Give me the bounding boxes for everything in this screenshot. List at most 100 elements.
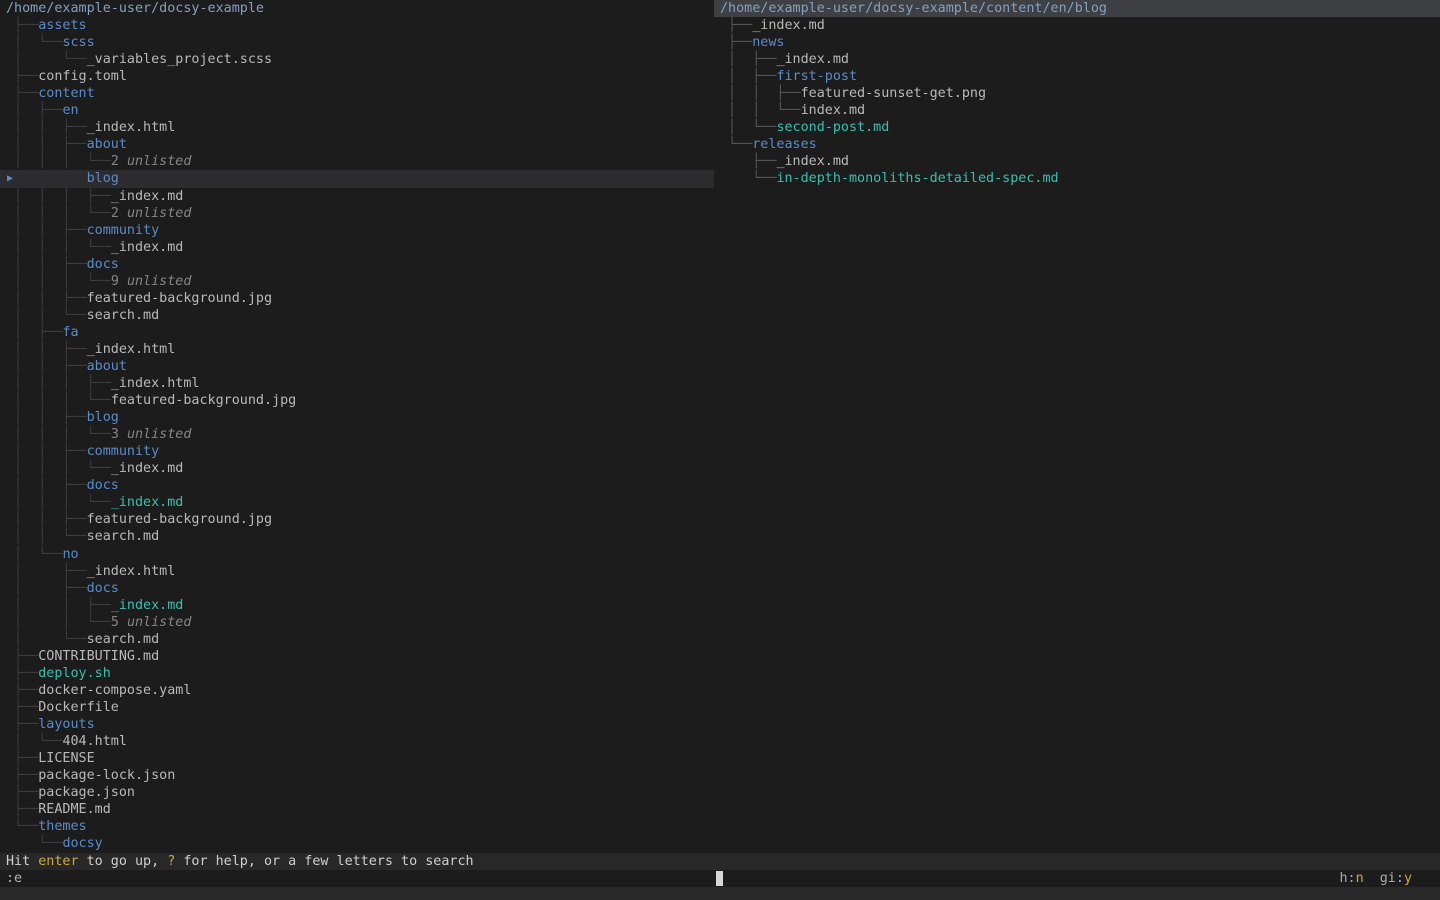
file-label: second-post.md bbox=[776, 120, 889, 135]
tree-connector: │ └── bbox=[6, 547, 62, 562]
tree-row[interactable]: ├──package.json bbox=[0, 784, 714, 801]
tree-row[interactable]: │ └──second-post.md bbox=[714, 119, 1440, 136]
tree-row[interactable]: │ │ └──index.md bbox=[714, 102, 1440, 119]
tree-row[interactable]: ├──Dockerfile bbox=[0, 699, 714, 716]
file-label: _index.md bbox=[111, 240, 184, 255]
tree-connector: ├── bbox=[6, 683, 38, 698]
file-label: _index.md bbox=[111, 189, 184, 204]
tree-row[interactable]: ├──layouts bbox=[0, 716, 714, 733]
tree-connector: │ │ ├── bbox=[6, 410, 87, 425]
tree-row[interactable]: │ │ ├──_index.html bbox=[0, 341, 714, 358]
file-label: index.md bbox=[801, 103, 866, 118]
file-label: LICENSE bbox=[38, 751, 94, 766]
tree-row[interactable]: └──themes bbox=[0, 818, 714, 835]
tree-row[interactable]: │ │ ├──about bbox=[0, 136, 714, 153]
tree-row[interactable]: ├──content bbox=[0, 85, 714, 102]
tree-row[interactable]: │ └──no bbox=[0, 546, 714, 563]
tree-row[interactable]: │ │ ├──featured-background.jpg bbox=[0, 290, 714, 307]
file-label: featured-background.jpg bbox=[87, 512, 272, 527]
file-label: 404.html bbox=[62, 734, 127, 749]
tree-row[interactable]: │ │ │ └──2 unlisted bbox=[0, 153, 714, 170]
tree-connector: │ ├── bbox=[720, 52, 776, 67]
directory-label: releases bbox=[752, 137, 817, 152]
directory-label: en bbox=[62, 103, 78, 118]
text-segment: for help, or a few letters to search bbox=[175, 854, 473, 869]
command-input-left[interactable]: :e bbox=[0, 870, 22, 887]
tree-row[interactable]: │ └──scss bbox=[0, 34, 714, 51]
tree-row[interactable]: │ │ ├──blog bbox=[0, 409, 714, 426]
tree-row[interactable]: │ │ │ ├──_index.html bbox=[0, 375, 714, 392]
tree-connector: │ │ ├── bbox=[6, 478, 87, 493]
tree-row[interactable]: └──docsy bbox=[0, 835, 714, 852]
tree-row[interactable]: │ │ │ └──_index.md bbox=[0, 460, 714, 477]
tree-row[interactable]: │ ├──_index.md bbox=[714, 51, 1440, 68]
tree-row[interactable]: │ ├──en bbox=[0, 102, 714, 119]
tree-row[interactable]: │ │ │ └──featured-background.jpg bbox=[0, 392, 714, 409]
tree-row[interactable]: │ ├──fa bbox=[0, 324, 714, 341]
tree-row[interactable]: │ │ │ └──3 unlisted bbox=[0, 426, 714, 443]
tree-row[interactable]: │ │ │ └──2 unlisted bbox=[0, 205, 714, 222]
file-label: search.md bbox=[87, 529, 160, 544]
tree-row[interactable]: ├──deploy.sh bbox=[0, 665, 714, 682]
tree-connector: ├── bbox=[6, 69, 38, 84]
directory-label: blog bbox=[87, 171, 119, 186]
directory-label: themes bbox=[38, 819, 86, 834]
tree-row[interactable]: ├──config.toml bbox=[0, 68, 714, 85]
file-label: _index.html bbox=[111, 376, 200, 391]
command-input-row[interactable]: :e h:n gi:y bbox=[0, 870, 1440, 887]
tree-row[interactable]: ├──package-lock.json bbox=[0, 767, 714, 784]
text-cursor-icon bbox=[716, 871, 723, 886]
tree-row[interactable]: │ │ ├──_index.md bbox=[0, 597, 714, 614]
panel-right: /home/example-user/docsy-example/content… bbox=[714, 0, 1440, 853]
file-label: featured-background.jpg bbox=[111, 393, 296, 408]
tree-row[interactable]: │ │ │ └──_index.md bbox=[0, 239, 714, 256]
tree-connector: ├── bbox=[6, 666, 38, 681]
tree-row[interactable]: ├──LICENSE bbox=[0, 750, 714, 767]
tree-row[interactable]: │ │ │ ├──_index.md bbox=[0, 188, 714, 205]
tree-connector: └── bbox=[6, 819, 38, 834]
tree-row[interactable]: │ └──404.html bbox=[0, 733, 714, 750]
tree-row[interactable]: │ │ ├──about bbox=[0, 358, 714, 375]
tree-row[interactable]: ├──assets bbox=[0, 17, 714, 34]
file-label: featured-sunset-get.png bbox=[801, 86, 986, 101]
tree-row[interactable]: │ ├──_index.html bbox=[0, 563, 714, 580]
tree-row[interactable]: ├──CONTRIBUTING.md bbox=[0, 648, 714, 665]
tree-row[interactable]: ├──README.md bbox=[0, 801, 714, 818]
tree-row[interactable]: └──in-depth-monoliths-detailed-spec.md bbox=[714, 170, 1440, 187]
tree-row[interactable]: │ ├──docs bbox=[0, 580, 714, 597]
text-segment: gi: bbox=[1380, 871, 1404, 886]
tree-row[interactable]: │ │ ├──docs bbox=[0, 256, 714, 273]
tree-row[interactable]: └──releases bbox=[714, 136, 1440, 153]
file-label: _index.md bbox=[776, 52, 849, 67]
file-label: _index.md bbox=[111, 495, 184, 510]
tree-row[interactable]: │ │ ├──featured-sunset-get.png bbox=[714, 85, 1440, 102]
tree-row[interactable]: │ │ │ └──_index.md bbox=[0, 494, 714, 511]
text-segment: enter bbox=[38, 854, 78, 869]
tree-connector: │ │ └── bbox=[720, 103, 801, 118]
tree-row[interactable]: │ └──_variables_project.scss bbox=[0, 51, 714, 68]
tree-row[interactable]: │ │ ├──_index.html bbox=[0, 119, 714, 136]
tree-row[interactable]: ▶ │ │ ├──blog bbox=[0, 170, 714, 187]
tree-row[interactable]: │ │ ├──featured-background.jpg bbox=[0, 511, 714, 528]
tree-row[interactable]: │ │ ├──docs bbox=[0, 477, 714, 494]
tree-row[interactable]: │ │ ├──community bbox=[0, 443, 714, 460]
tree-connector: ├── bbox=[720, 35, 752, 50]
tree-connector: ├── bbox=[6, 649, 38, 664]
tree-row[interactable]: │ │ │ └──9 unlisted bbox=[0, 273, 714, 290]
tree-row[interactable]: ├──_index.md bbox=[714, 17, 1440, 34]
file-label: featured-background.jpg bbox=[87, 291, 272, 306]
tree-row[interactable]: │ │ ├──community bbox=[0, 222, 714, 239]
file-label: _index.html bbox=[87, 120, 176, 135]
tree-row[interactable]: │ └──search.md bbox=[0, 631, 714, 648]
tree-row[interactable]: ├──news bbox=[714, 34, 1440, 51]
tree-connector: │ └── bbox=[6, 52, 87, 67]
file-label: search.md bbox=[87, 308, 160, 323]
tree-row[interactable]: ├──_index.md bbox=[714, 153, 1440, 170]
tree-row[interactable]: │ ├──first-post bbox=[714, 68, 1440, 85]
tree-row[interactable]: │ │ └──search.md bbox=[0, 528, 714, 545]
unlisted-count-label: 5 unlisted bbox=[111, 615, 192, 630]
tree-row[interactable]: │ │ └──search.md bbox=[0, 307, 714, 324]
tree-connector: │ ├── bbox=[6, 564, 87, 579]
tree-row[interactable]: │ │ └──5 unlisted bbox=[0, 614, 714, 631]
tree-row[interactable]: ├──docker-compose.yaml bbox=[0, 682, 714, 699]
